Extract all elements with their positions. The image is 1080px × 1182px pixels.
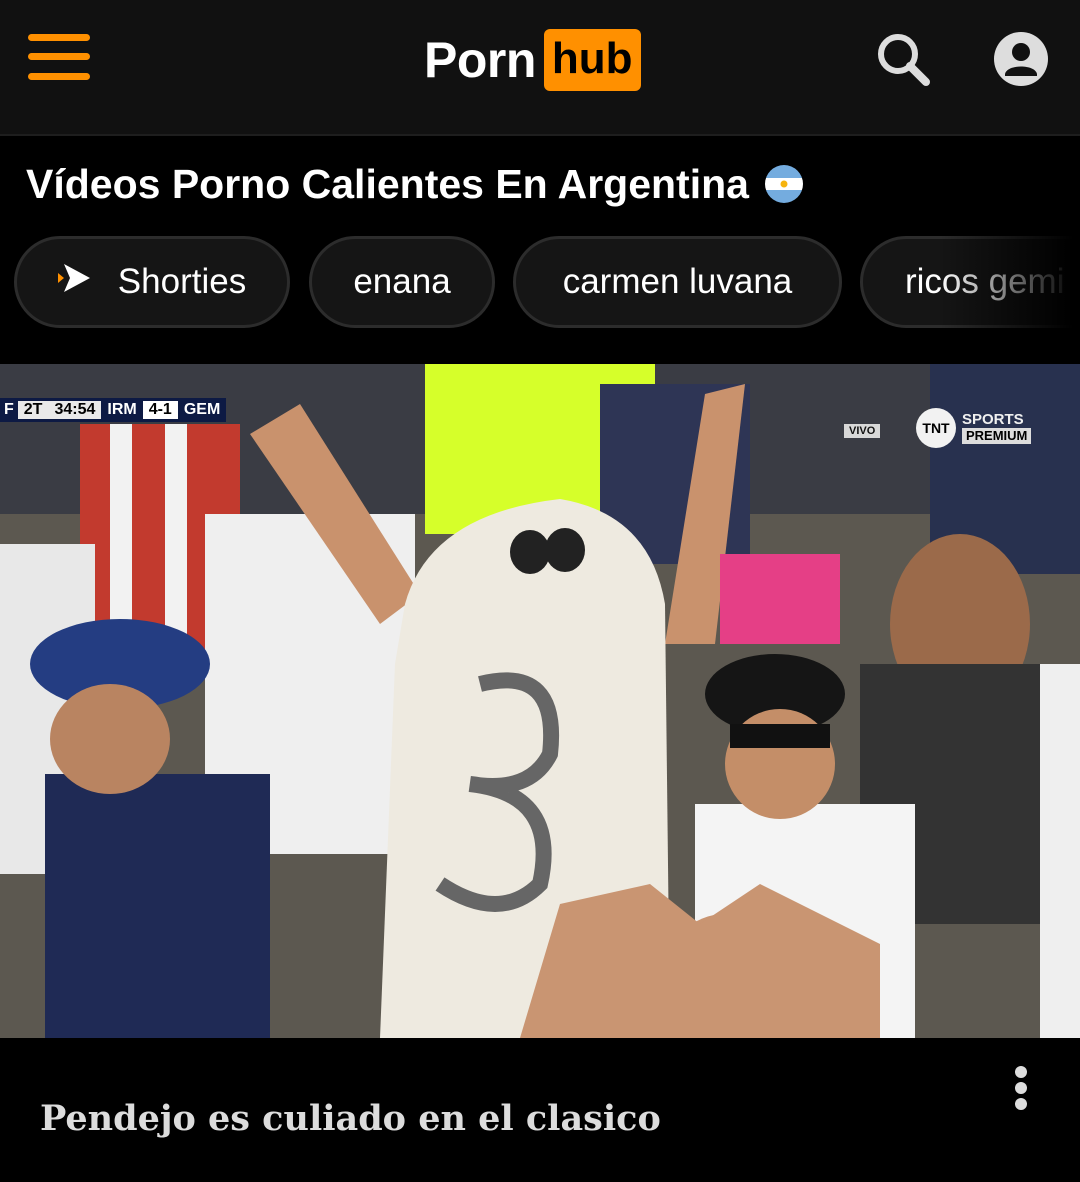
site-logo[interactable]: Porn hub: [424, 28, 641, 92]
chip-ricos-gemi[interactable]: ricos gemi: [860, 236, 1080, 328]
logo-text-right: hub: [543, 29, 641, 91]
argentina-flag-icon: [764, 165, 803, 203]
chip-label: ricos gemi: [905, 262, 1065, 301]
live-label: VIVO: [844, 424, 881, 438]
score-clock: 34:54: [48, 401, 102, 419]
video-info: Pendejo es culiado en el clasico: [0, 1038, 1080, 1182]
chip-label: Shorties: [117, 262, 247, 301]
logo-text-left: Porn: [424, 32, 536, 88]
chip-label: carmen luvana: [562, 262, 793, 301]
play-arrow-icon: [57, 261, 94, 304]
away-team: GEM: [183, 401, 221, 418]
search-icon[interactable]: [872, 30, 936, 90]
video-thumbnail[interactable]: F 2T 34:54 IRM 4-1 GEM VIVO TNT SPORTS P…: [0, 364, 1080, 1038]
home-team: IRM: [107, 401, 137, 418]
chip-shorties[interactable]: Shorties: [14, 236, 290, 328]
category-chips: Shorties enana carmen luvana ricos gemi: [0, 234, 1080, 334]
page-title: Vídeos Porno Calientes En Argentina: [26, 160, 749, 207]
chip-label: enana: [353, 262, 451, 301]
video-title[interactable]: Pendejo es culiado en el clasico: [40, 1098, 661, 1139]
score-period: 2T: [17, 401, 49, 419]
thumbnail-image: [0, 364, 1080, 1038]
chip-carmen-luvana[interactable]: carmen luvana: [513, 236, 842, 328]
network-logo: TNT SPORTS PREMIUM: [916, 408, 1032, 448]
more-options-icon[interactable]: [1002, 1062, 1042, 1110]
tnt-logo: TNT: [916, 408, 956, 448]
score-left-cut: F: [4, 401, 14, 418]
top-bar: Porn hub: [0, 0, 1080, 136]
menu-icon[interactable]: [28, 34, 90, 80]
score-value: 4-1: [142, 401, 178, 419]
score-bug: F 2T 34:54 IRM 4-1 GEM: [0, 398, 227, 422]
chip-enana[interactable]: enana: [309, 236, 495, 328]
account-icon[interactable]: [992, 30, 1050, 88]
page-heading: Vídeos Porno Calientes En Argentina: [26, 152, 803, 216]
network-line1: SPORTS: [962, 411, 1024, 428]
network-line2: PREMIUM: [962, 428, 1032, 444]
